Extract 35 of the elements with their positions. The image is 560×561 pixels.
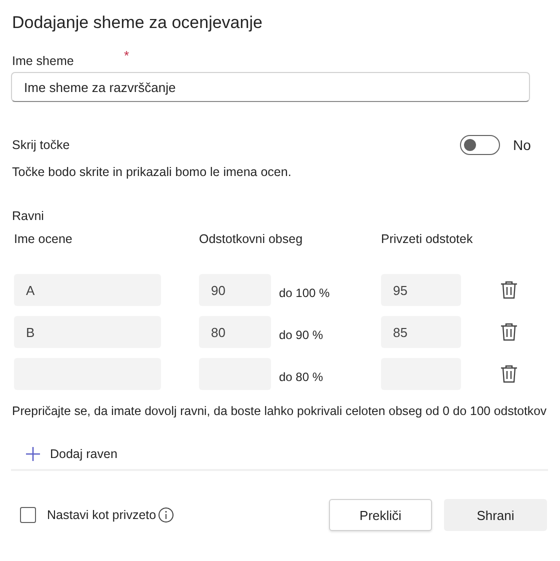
trash-icon	[500, 322, 518, 342]
grade-name-field[interactable]: B	[14, 316, 161, 348]
toggle-label: Skrij točke	[11, 138, 71, 152]
delete-button[interactable]	[500, 280, 518, 300]
hint-text: Prepričajte se, da imate dovolj ravni, da boste lahko pokrivali celoten obseg od 0 do 100 odstotkov	[11, 404, 547, 418]
required-mark: *	[124, 48, 130, 63]
field-label: Ime sheme	[11, 54, 75, 68]
range-from-field[interactable]: 90	[199, 274, 271, 306]
range-to-text: do 90 %	[279, 328, 324, 342]
column-header: Privzeti odstotek	[381, 232, 473, 246]
range-to-text: do 80 %	[279, 370, 324, 384]
cancel-button[interactable]: Prekliči	[329, 499, 432, 531]
trash-icon	[500, 280, 518, 300]
delete-button[interactable]	[500, 322, 518, 342]
default-percent-field[interactable]: 85	[381, 316, 461, 348]
range-to-text: do 100 %	[279, 286, 330, 300]
column-header: Odstotkovni obseg	[199, 232, 303, 246]
default-checkbox[interactable]	[20, 507, 36, 523]
hide-points-toggle[interactable]	[460, 135, 500, 155]
checkbox-label: Nastavi kot privzeto	[47, 508, 156, 522]
section-heading: Ravni	[11, 209, 45, 223]
info-icon[interactable]	[158, 507, 174, 523]
plus-icon	[25, 446, 41, 462]
grade-name-field[interactable]: A	[14, 274, 161, 306]
description-text: Točke bodo skrite in prikazali bomo le imena ocen.	[11, 165, 292, 179]
dialog-title: Dodajanje sheme za ocenjevanje	[12, 12, 264, 34]
default-percent-field[interactable]: 95	[381, 274, 461, 306]
trash-icon	[500, 364, 518, 384]
scheme-name-field[interactable]: Ime sheme za razvrščanje	[11, 72, 530, 102]
delete-button[interactable]	[500, 364, 518, 384]
toggle-state: No	[512, 137, 532, 153]
save-button[interactable]: Shrani	[444, 499, 547, 531]
column-header: Ime ocene	[14, 232, 72, 246]
add-level-button[interactable]: Dodaj raven	[25, 446, 118, 462]
range-from-field[interactable]: 80	[199, 316, 271, 348]
